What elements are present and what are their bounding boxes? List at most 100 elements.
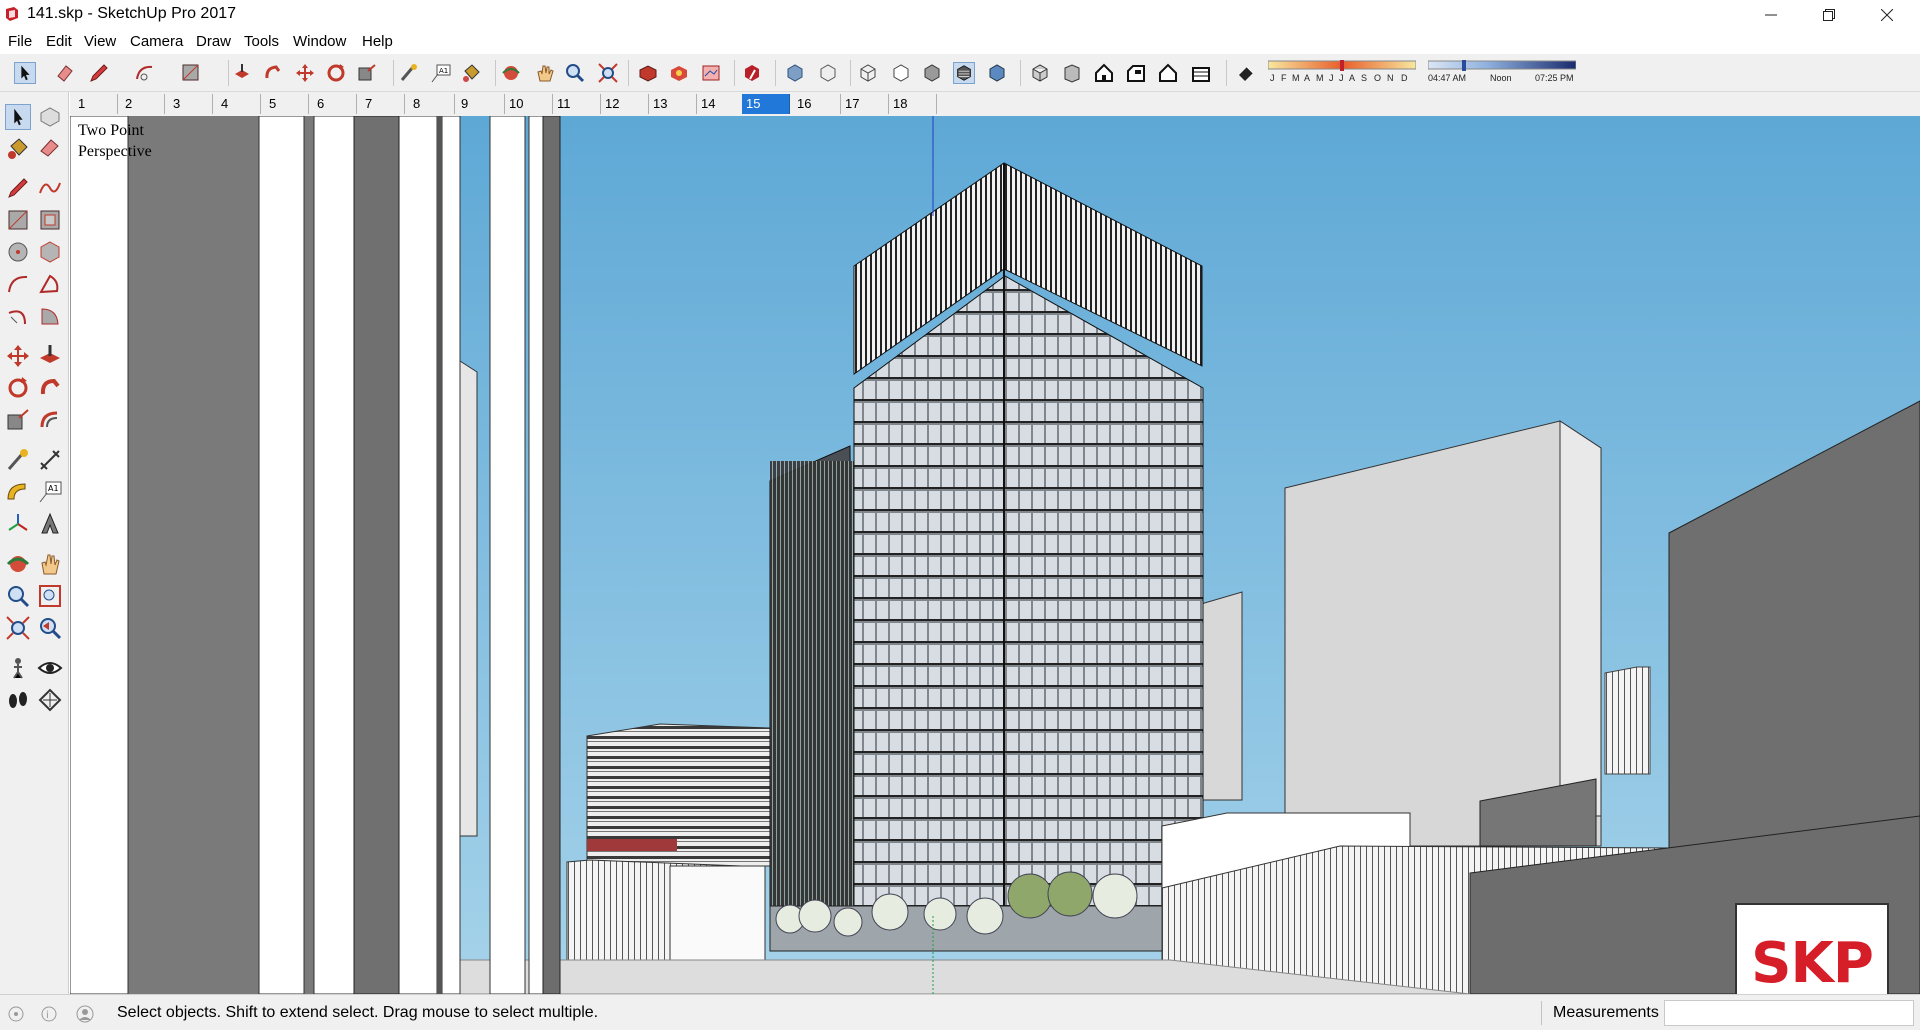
previous-view-icon[interactable] <box>37 615 63 641</box>
orbit-tool-icon[interactable] <box>5 551 31 577</box>
modeling-viewport[interactable]: Two Point Perspective <box>70 116 1920 994</box>
zoom-tool-icon[interactable] <box>5 583 31 609</box>
scene-tab[interactable]: 6 <box>313 94 357 114</box>
pie-tool-icon[interactable] <box>37 303 63 329</box>
line-tool-icon[interactable] <box>5 175 31 201</box>
circle-tool-icon[interactable] <box>5 239 31 265</box>
scene-tab[interactable]: 9 <box>457 94 505 114</box>
polygon-tool-icon[interactable] <box>37 239 63 265</box>
right-view-icon[interactable] <box>1125 62 1147 84</box>
paint-bucket-icon[interactable] <box>5 135 31 161</box>
tape-measure-tool-icon[interactable] <box>5 447 31 473</box>
push-pull-tool-icon[interactable] <box>37 343 63 369</box>
xray-icon[interactable] <box>784 62 806 84</box>
back-edges-icon[interactable] <box>817 62 839 84</box>
follow-me-tool-icon[interactable] <box>262 62 284 84</box>
pencil-tool-icon[interactable] <box>88 62 110 84</box>
credits-icon[interactable]: i <box>40 1005 58 1023</box>
two-point-arc-tool-icon[interactable] <box>37 271 63 297</box>
3d-text-tool-icon[interactable] <box>37 511 63 537</box>
move-tool-icon[interactable] <box>294 62 316 84</box>
rotate-tool-icon[interactable] <box>325 62 347 84</box>
pan-tool-icon[interactable] <box>534 62 556 84</box>
rectangle-tool-icon[interactable] <box>180 62 202 84</box>
menu-view[interactable]: View <box>82 33 118 50</box>
scene-tab[interactable]: 8 <box>409 94 455 114</box>
axes-tool-icon[interactable] <box>5 511 31 537</box>
back-view-icon[interactable] <box>1157 62 1179 84</box>
arc-tool-icon[interactable] <box>5 271 31 297</box>
user-account-icon[interactable] <box>76 1005 94 1023</box>
scene-tab[interactable]: 7 <box>361 94 405 114</box>
menu-file[interactable]: File <box>6 33 34 50</box>
select-tool-icon[interactable] <box>14 62 36 84</box>
section-plane-tool-icon[interactable] <box>37 687 63 713</box>
scene-tab[interactable]: 13 <box>649 94 697 114</box>
zoom-extents-tool-icon[interactable] <box>5 615 31 641</box>
shadow-time-slider[interactable]: 04:47 AM Noon 07:25 PM <box>1428 60 1576 86</box>
shadows-toggle-icon[interactable] <box>1235 62 1257 84</box>
follow-me-tool-icon[interactable] <box>37 375 63 401</box>
monochrome-style-icon[interactable] <box>986 62 1008 84</box>
position-camera-tool-icon[interactable] <box>5 655 31 681</box>
three-point-arc-tool-icon[interactable] <box>5 303 31 329</box>
minimize-button[interactable] <box>1742 0 1800 30</box>
rotate-tool-icon[interactable] <box>5 375 31 401</box>
close-button[interactable] <box>1858 0 1916 30</box>
menu-draw[interactable]: Draw <box>194 33 233 50</box>
protractor-tool-icon[interactable] <box>5 479 31 505</box>
scene-tab[interactable]: 4 <box>217 94 261 114</box>
scene-tab[interactable]: 11 <box>553 94 601 114</box>
top-view-icon[interactable] <box>1061 62 1083 84</box>
pan-tool-icon[interactable] <box>37 551 63 577</box>
zoom-tool-icon[interactable] <box>564 62 586 84</box>
iso-view-icon[interactable] <box>1029 62 1051 84</box>
hidden-line-style-icon[interactable] <box>890 62 912 84</box>
tape-measure-tool-icon[interactable] <box>398 62 420 84</box>
look-around-tool-icon[interactable] <box>37 655 63 681</box>
scene-tab[interactable]: 10 <box>505 94 553 114</box>
dimension-tool-icon[interactable] <box>37 447 63 473</box>
scene-tab[interactable]: 5 <box>265 94 309 114</box>
scene-tab-active[interactable]: 15 <box>742 94 790 114</box>
text-tool-icon[interactable]: A1 <box>37 479 63 505</box>
scene-tab[interactable]: 18 <box>889 94 937 114</box>
zoom-extents-tool-icon[interactable] <box>597 62 619 84</box>
menu-window[interactable]: Window <box>291 33 348 50</box>
extension-warehouse-icon[interactable] <box>668 62 690 84</box>
left-view-icon[interactable] <box>1190 62 1212 84</box>
scene-tab[interactable]: 17 <box>841 94 889 114</box>
front-view-icon[interactable] <box>1093 62 1115 84</box>
shaded-style-icon[interactable] <box>921 62 943 84</box>
extension-manager-icon[interactable] <box>741 62 763 84</box>
eraser-icon[interactable] <box>37 135 63 161</box>
scene-tab[interactable]: 16 <box>793 94 841 114</box>
menu-help[interactable]: Help <box>360 33 395 50</box>
rectangle-tool-icon[interactable] <box>5 207 31 233</box>
model-scene[interactable] <box>70 116 1920 994</box>
eraser-tool-icon[interactable] <box>54 62 76 84</box>
scene-tab[interactable]: 3 <box>169 94 213 114</box>
scene-tab[interactable]: 12 <box>601 94 649 114</box>
menu-edit[interactable]: Edit <box>44 33 74 50</box>
make-component-icon[interactable] <box>37 104 63 130</box>
paint-bucket-tool-icon[interactable] <box>460 62 482 84</box>
3d-warehouse-icon[interactable] <box>637 62 659 84</box>
scene-tab[interactable]: 14 <box>697 94 745 114</box>
arc-tool-icon[interactable] <box>134 62 156 84</box>
shaded-textures-style-icon[interactable] <box>953 62 975 84</box>
move-tool-icon[interactable] <box>5 343 31 369</box>
rotated-rectangle-tool-icon[interactable] <box>37 207 63 233</box>
push-pull-tool-icon[interactable] <box>231 62 253 84</box>
scene-tab[interactable]: 2 <box>121 94 165 114</box>
scale-tool-icon[interactable] <box>5 407 31 433</box>
wireframe-style-icon[interactable] <box>857 62 879 84</box>
offset-tool-icon[interactable] <box>37 407 63 433</box>
measurements-input[interactable] <box>1664 1000 1914 1026</box>
orbit-tool-icon[interactable] <box>500 62 522 84</box>
walk-tool-icon[interactable] <box>5 687 31 713</box>
text-tool-icon[interactable]: A1 <box>430 62 452 84</box>
restore-button[interactable] <box>1800 0 1858 30</box>
scene-tab[interactable]: 1 <box>74 94 118 114</box>
scale-tool-icon[interactable] <box>356 62 378 84</box>
